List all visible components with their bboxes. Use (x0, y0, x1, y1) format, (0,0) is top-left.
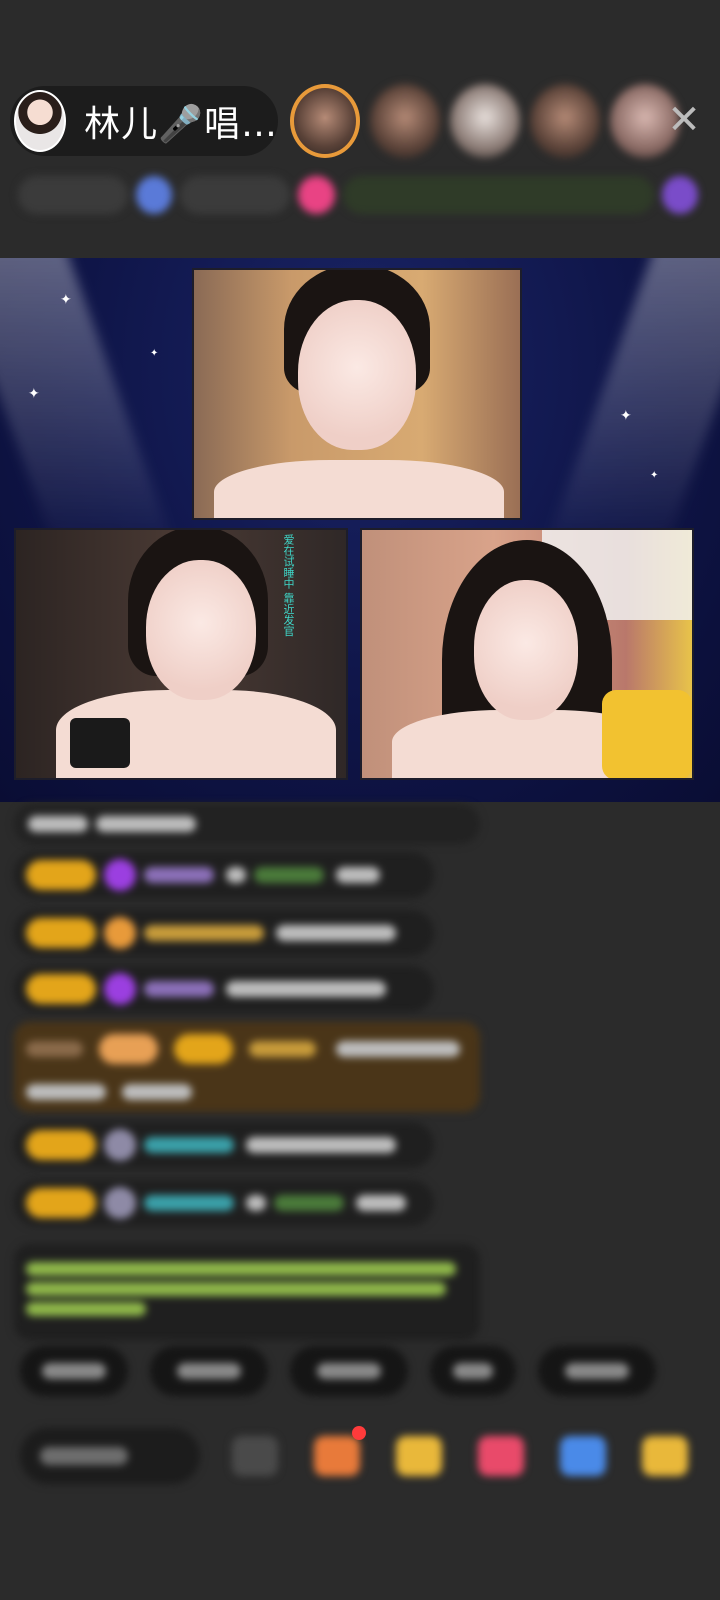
host-info-pill[interactable]: 林儿🎤唱… (10, 86, 278, 156)
treasure-icon[interactable] (396, 1436, 442, 1476)
gift-icon[interactable] (298, 176, 335, 214)
fan-club-icon[interactable] (136, 176, 173, 214)
vip-chat-message[interactable] (14, 1022, 480, 1112)
star-icon: ✦ (150, 348, 159, 359)
viewer-avatar[interactable] (290, 84, 360, 158)
emoji-icon[interactable] (232, 1436, 278, 1476)
quick-reply-button[interactable] (430, 1346, 516, 1396)
system-message (14, 804, 480, 844)
game-icon[interactable] (560, 1436, 606, 1476)
quick-reply-button[interactable] (20, 1346, 128, 1396)
bottom-right-feed[interactable] (360, 528, 694, 780)
top-center-feed[interactable] (192, 268, 522, 520)
chat-message[interactable] (14, 1122, 434, 1168)
more-icon[interactable] (661, 176, 699, 214)
viewer-avatar-list (290, 84, 680, 158)
star-icon: ✦ (60, 292, 72, 308)
quick-reply-button[interactable] (290, 1346, 408, 1396)
chat-bubble-icon[interactable] (478, 1436, 524, 1476)
viewer-avatar[interactable] (450, 84, 520, 158)
gift-icon[interactable] (314, 1436, 360, 1476)
spotlight-left (0, 258, 179, 558)
star-icon: ✦ (620, 408, 632, 424)
star-icon: ✦ (28, 386, 40, 402)
host-avatar[interactable] (14, 90, 67, 152)
more-icon[interactable] (642, 1436, 688, 1476)
room-rank-chip[interactable] (18, 176, 129, 214)
live-stage: ✦ ✦ ✦ ✦ ✦ 爱在试睡中 靠近发官 (0, 258, 720, 802)
quick-reply-button[interactable] (150, 1346, 268, 1396)
notification-dot (352, 1426, 366, 1440)
microphone-icon (70, 718, 130, 768)
chat-message[interactable] (14, 852, 434, 898)
host-name: 林儿🎤唱… (84, 104, 278, 145)
viewer-avatar[interactable] (530, 84, 600, 158)
viewer-avatar[interactable] (370, 84, 440, 158)
close-icon[interactable]: ✕ (664, 100, 704, 140)
room-stat-chip (180, 176, 291, 214)
room-activity-banner[interactable] (342, 176, 654, 214)
room-status-row (18, 170, 699, 220)
room-notice (14, 1244, 480, 1340)
chat-message[interactable] (14, 1180, 434, 1226)
star-icon: ✦ (650, 470, 659, 481)
chat-message[interactable] (14, 966, 434, 1012)
quick-reply-row (20, 1346, 656, 1396)
chat-message[interactable] (14, 910, 434, 956)
quick-reply-button[interactable] (538, 1346, 656, 1396)
bottom-left-feed[interactable]: 爱在试睡中 靠近发官 (14, 528, 348, 780)
feed-caption: 爱在试睡中 靠近发官 (282, 534, 295, 637)
chat-input[interactable] (20, 1428, 200, 1484)
